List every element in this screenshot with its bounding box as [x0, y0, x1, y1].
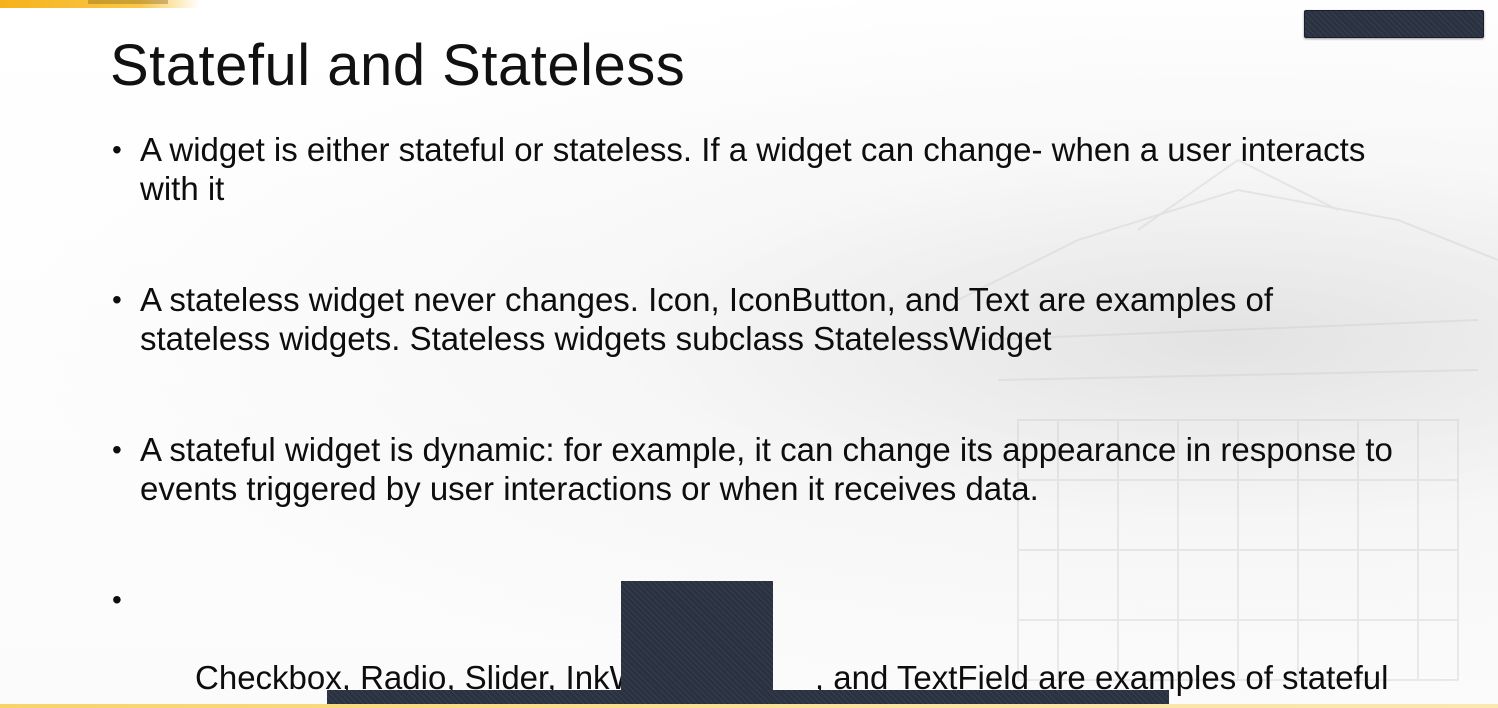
accent-strip-shadow: [88, 0, 168, 4]
bullet-item: • A widget is either stateful or statele…: [108, 130, 1398, 280]
bullet-item: • A stateless widget never changes. Icon…: [108, 280, 1398, 430]
bullet-dot-icon: •: [112, 584, 122, 615]
bullet-dot-icon: •: [112, 284, 122, 315]
bullet-dot-icon: •: [112, 134, 122, 165]
bullet-text: A widget is either stateful or stateless…: [140, 131, 1366, 207]
bullet-item: • A stateful widget is dynamic: for exam…: [108, 430, 1398, 580]
bullet-text: A stateful widget is dynamic: for exampl…: [140, 431, 1393, 507]
redaction-box-middle: [621, 581, 773, 708]
slide-canvas: Stateful and Stateless • A widget is eit…: [0, 0, 1498, 708]
redaction-box-top-right: [1304, 10, 1484, 38]
slide-title: Stateful and Stateless: [110, 33, 686, 98]
bullet-text: A stateless widget never changes. Icon, …: [140, 281, 1274, 357]
bottom-accent-line: [0, 704, 1498, 708]
bullet-dot-icon: •: [112, 434, 122, 465]
